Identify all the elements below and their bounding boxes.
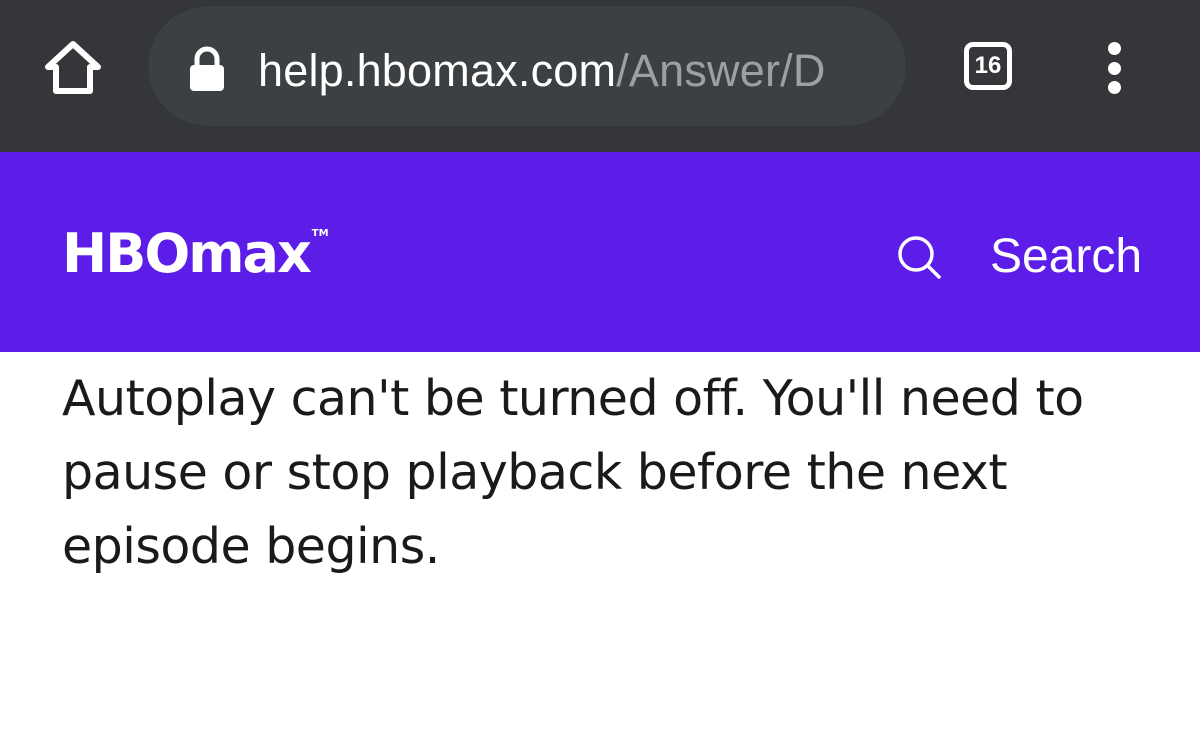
url-path: /Answer/D bbox=[616, 45, 826, 96]
url-domain: help.hbomax.com bbox=[258, 45, 617, 96]
home-icon bbox=[45, 41, 101, 94]
browser-toolbar: help.hbomax.com/Answer/D 16 bbox=[0, 0, 1200, 152]
address-bar[interactable]: help.hbomax.com/Answer/D bbox=[148, 6, 906, 126]
search-button[interactable]: Search bbox=[896, 226, 1142, 288]
search-icon bbox=[898, 236, 941, 279]
search-label: Search bbox=[990, 230, 1143, 283]
more-vert-icon-dot bbox=[1107, 81, 1121, 94]
url-text[interactable]: help.hbomax.com/Answer/D bbox=[258, 36, 826, 106]
lock-icon bbox=[190, 46, 224, 91]
logo-trademark: TM bbox=[311, 228, 329, 239]
more-vert-icon bbox=[1107, 42, 1121, 55]
hbomax-logo[interactable]: HBOmax TM bbox=[62, 226, 329, 282]
tab-count: 16 bbox=[974, 52, 1002, 79]
article-body: Autoplay can't be turned off. You'll nee… bbox=[62, 370, 1084, 575]
tab-switcher-button[interactable]: 16 bbox=[964, 42, 1012, 90]
logo-text: HBOmax bbox=[62, 222, 312, 285]
home-button[interactable] bbox=[40, 36, 106, 100]
browser-menu-button[interactable] bbox=[1092, 38, 1136, 98]
more-vert-icon-dot bbox=[1107, 61, 1121, 75]
site-header: HBOmax TM Search bbox=[0, 152, 1200, 352]
